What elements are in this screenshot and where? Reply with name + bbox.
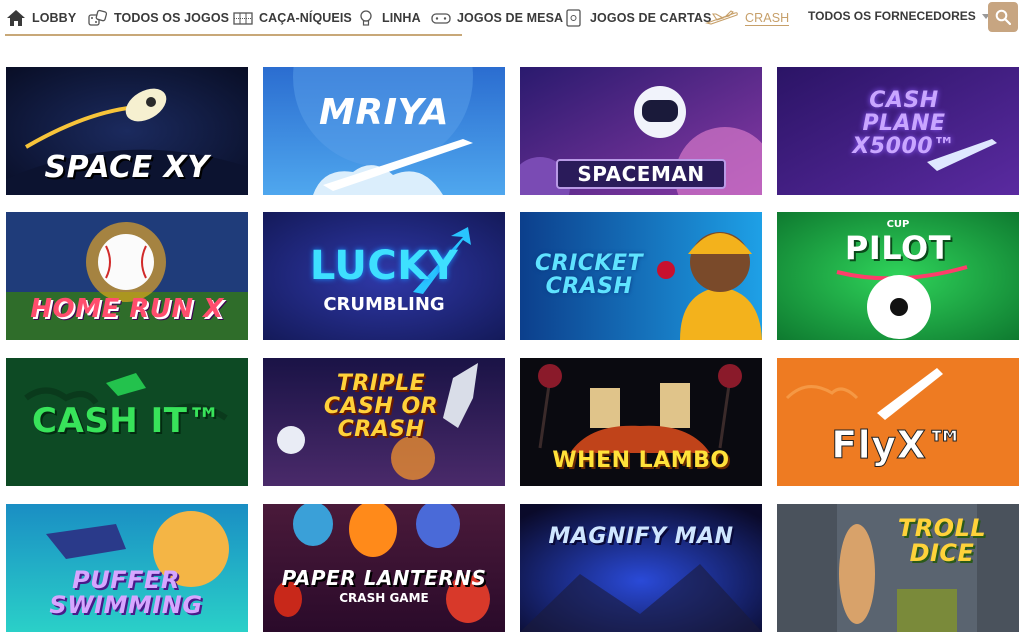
nav-item-jogos-de-mesa[interactable]: JOGOS DE MESA: [431, 8, 563, 28]
providers-label: TODOS OS FORNECEDORES: [808, 9, 976, 23]
nav-label: LINHA: [382, 11, 421, 25]
nav-label: JOGOS DE CARTAS: [590, 11, 712, 25]
category-nav: LOBBY TODOS OS JOGOS CAÇA-NÍQUEIS LINHA …: [0, 0, 1024, 38]
game-title: MAGNIFY MAN: [548, 524, 734, 549]
game-tile-paper-lanterns[interactable]: PAPER LANTERNS CRASH GAME: [263, 504, 505, 632]
game-tile-space-xy[interactable]: SPACE XY: [6, 67, 248, 195]
search-button[interactable]: [988, 2, 1018, 32]
nav-item-todos-os-jogos[interactable]: TODOS OS JOGOS: [88, 8, 229, 28]
game-title: WHEN LAMBO: [552, 448, 730, 473]
nav-item-jogos-de-cartas[interactable]: JOGOS DE CARTAS: [564, 8, 711, 28]
game-title: HOME RUN X: [30, 294, 224, 324]
home-icon: [7, 10, 25, 26]
game-title: FlyX™: [831, 423, 965, 467]
game-title: SPACE XY: [44, 150, 210, 185]
game-title: TROLL DICE: [897, 514, 987, 568]
game-tile-cash-plane[interactable]: CASH PLANE X5000™: [777, 67, 1019, 195]
game-title: PILOT: [844, 229, 952, 267]
nav-label: CRASH: [745, 10, 790, 26]
game-title: CASH PLANE X5000™: [852, 88, 956, 160]
game-tile-cash-it[interactable]: CASH IT™: [6, 358, 248, 486]
card-icon: [566, 9, 581, 27]
game-subtitle: CRUMBLING: [323, 294, 445, 315]
game-tile-home-run-x[interactable]: HOME RUN X: [6, 212, 248, 340]
game-title: MRIYA: [319, 92, 449, 133]
lightbulb-icon: [360, 10, 372, 26]
nav-item-caca-niqueis[interactable]: CAÇA-NÍQUEIS: [233, 8, 352, 28]
game-tile-magnify-man[interactable]: MAGNIFY MAN: [520, 504, 762, 632]
plane-icon: [705, 10, 738, 25]
game-title: LUCKY: [309, 243, 459, 289]
search-icon: [995, 9, 1011, 25]
gamepad-icon: [431, 13, 451, 24]
game-tile-lucky-crumbling[interactable]: LUCKY CRUMBLING: [263, 212, 505, 340]
game-subtitle: CRASH GAME: [339, 591, 429, 605]
game-tile-when-lambo[interactable]: WHEN LAMBO: [520, 358, 762, 486]
nav-item-linha[interactable]: LINHA: [356, 8, 421, 28]
game-tile-triple-cash-or-crash[interactable]: TRIPLE CASH OR CRASH: [263, 358, 505, 486]
slot-machine-icon: [233, 12, 253, 25]
game-title: CRICKET CRASH: [535, 251, 643, 300]
nav-label: TODOS OS JOGOS: [114, 11, 230, 25]
game-tile-puffer-swimming[interactable]: PUFFER SWIMMING: [6, 504, 248, 632]
game-title: TRIPLE CASH OR CRASH: [323, 371, 439, 443]
game-tile-flyx[interactable]: FlyX™: [777, 358, 1019, 486]
game-tile-mriya[interactable]: MRIYA: [263, 67, 505, 195]
game-title: PAPER LANTERNS: [281, 566, 487, 590]
game-tile-spaceman[interactable]: SPACEMAN: [520, 67, 762, 195]
nav-item-crash[interactable]: CRASH: [705, 8, 790, 28]
game-title: CASH IT™: [32, 401, 222, 441]
game-tile-cricket-crash[interactable]: CRICKET CRASH: [520, 212, 762, 340]
nav-label: LOBBY: [32, 11, 77, 25]
game-tile-troll-dice[interactable]: TROLL DICE: [777, 504, 1019, 632]
game-title: PUFFER SWIMMING: [49, 566, 203, 620]
nav-label: JOGOS DE MESA: [457, 11, 564, 25]
nav-label: CAÇA-NÍQUEIS: [259, 11, 352, 25]
game-tile-cup-pilot[interactable]: CUP PILOT: [777, 212, 1019, 340]
game-title: SPACEMAN: [556, 159, 726, 189]
providers-dropdown[interactable]: TODOS OS FORNECEDORES: [808, 9, 990, 23]
nav-item-lobby[interactable]: LOBBY: [6, 8, 76, 28]
nav-underline: [5, 34, 462, 36]
dice-icon: [88, 9, 108, 26]
